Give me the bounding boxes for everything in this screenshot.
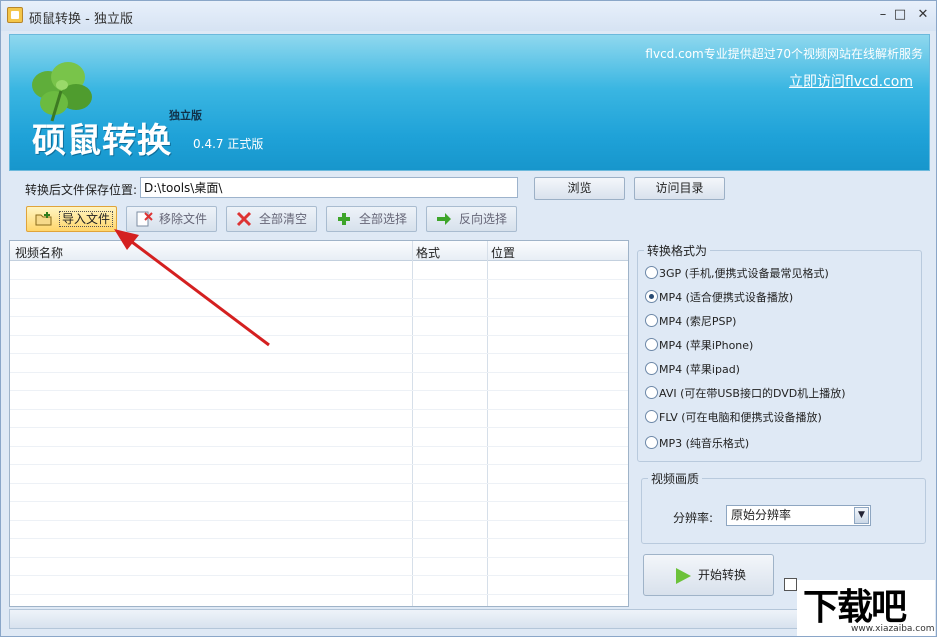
browse-button[interactable]: 浏览 — [534, 177, 625, 200]
column-video-name[interactable]: 视频名称 — [15, 244, 63, 261]
radio-button[interactable] — [645, 436, 658, 449]
table-row-line — [10, 519, 628, 521]
column-location[interactable]: 位置 — [491, 244, 515, 261]
format-option-label: MP4 (苹果ipad) — [659, 363, 740, 376]
import-file-button[interactable]: 导入文件 — [26, 206, 117, 232]
version-label: 0.4.7 正式版 — [193, 137, 264, 151]
table-row-line — [10, 464, 628, 465]
format-group-title: 转换格式为 — [644, 242, 711, 259]
table-row-line — [10, 408, 628, 410]
table-row-line — [10, 371, 628, 373]
watermark: 下载吧 www.xiazaiba.com — [797, 580, 935, 636]
remove-file-button[interactable]: 移除文件 — [126, 206, 217, 232]
visit-flvcd-link[interactable]: 立即访问flvcd.com — [789, 71, 913, 91]
start-convert-label: 开始转换 — [698, 568, 747, 582]
select-all-label: 全部选择 — [359, 212, 408, 226]
table-row-line — [10, 297, 628, 299]
remove-file-label: 移除文件 — [159, 212, 208, 226]
format-option-label: MP4 (适合便携式设备播放) — [659, 291, 794, 304]
resolution-select[interactable]: 原始分辨率 ▼ — [726, 505, 871, 526]
format-option-label: MP3 (纯音乐格式) — [659, 437, 750, 450]
clear-x-icon — [236, 211, 252, 227]
quality-group-title: 视频画质 — [648, 470, 703, 487]
format-option-flv[interactable]: FLV (可在电脑和便携式设备播放) — [645, 409, 822, 427]
clear-all-button[interactable]: 全部清空 — [226, 206, 317, 232]
folder-add-icon — [35, 212, 52, 226]
format-option-mp3[interactable]: MP3 (纯音乐格式) — [645, 435, 749, 453]
table-row-line — [10, 593, 628, 595]
slogan-text: flvcd.com专业提供超过70个视频网站在线解析服务 — [645, 47, 923, 61]
table-row-line — [10, 353, 628, 354]
close-button[interactable]: ✕ — [911, 5, 935, 25]
watermark-logo: 下载吧 — [803, 587, 907, 628]
radio-button[interactable] — [645, 362, 658, 375]
arrow-right-icon — [437, 213, 451, 225]
radio-button[interactable] — [645, 314, 658, 327]
file-remove-icon — [136, 211, 153, 227]
maximize-button[interactable]: □ — [888, 5, 912, 25]
invert-selection-label: 反向选择 — [459, 212, 508, 226]
format-option-label: MP4 (苹果iPhone) — [659, 339, 754, 352]
table-row-line — [10, 538, 628, 539]
format-option-mp4-ipad[interactable]: MP4 (苹果ipad) — [645, 361, 740, 379]
format-option-mp4[interactable]: MP4 (适合便携式设备播放) — [645, 289, 793, 307]
watermark-url: www.xiazaiba.com — [851, 624, 935, 634]
table-row-line — [10, 316, 628, 317]
save-path-label: 转换后文件保存位置: — [25, 183, 138, 197]
save-path-input[interactable] — [140, 177, 518, 198]
radio-button-checked[interactable] — [645, 290, 658, 303]
table-row-line — [10, 482, 628, 484]
format-option-label: AVI (可在带USB接口的DVD机上播放) — [659, 387, 846, 400]
import-file-label: 导入文件 — [59, 211, 114, 227]
resolution-value: 原始分辨率 — [731, 508, 792, 522]
edition-label: 独立版 — [169, 109, 202, 122]
format-option-label: MP4 (索尼PSP) — [659, 315, 737, 328]
format-option-label: 3GP (手机,便携式设备最常见格式) — [659, 267, 829, 280]
radio-button[interactable] — [645, 410, 658, 423]
resolution-label: 分辨率: — [673, 511, 714, 525]
table-row-line — [10, 390, 628, 391]
start-convert-button[interactable]: 开始转换 — [643, 554, 774, 596]
table-row-line — [10, 501, 628, 502]
table-header: 视频名称 格式 位置 — [10, 241, 628, 261]
chevron-down-icon[interactable]: ▼ — [854, 507, 869, 524]
radio-button[interactable] — [645, 338, 658, 351]
app-window: 硕鼠转换 - 独立版 – □ ✕ 硕鼠转换 独立版 0.4.7 正式版 flvc… — [0, 0, 937, 637]
table-row-line — [10, 427, 628, 428]
radio-button[interactable] — [645, 386, 658, 399]
clear-all-label: 全部清空 — [259, 212, 308, 226]
column-divider — [412, 241, 413, 606]
table-row-line — [10, 575, 628, 576]
table-row-line — [10, 445, 628, 447]
select-all-button[interactable]: 全部选择 — [326, 206, 417, 232]
table-row-line — [10, 334, 628, 336]
table-row-line — [10, 556, 628, 558]
format-option-3gp[interactable]: 3GP (手机,便携式设备最常见格式) — [645, 265, 829, 283]
column-format[interactable]: 格式 — [416, 244, 440, 261]
brand-title: 硕鼠转换 — [32, 121, 172, 161]
table-row-line — [10, 279, 628, 280]
option-checkbox[interactable] — [784, 578, 797, 591]
play-icon — [676, 568, 691, 584]
format-option-avi[interactable]: AVI (可在带USB接口的DVD机上播放) — [645, 385, 846, 403]
format-option-mp4-psp[interactable]: MP4 (索尼PSP) — [645, 313, 736, 331]
title-bar: 硕鼠转换 - 独立版 – □ ✕ — [1, 1, 936, 31]
column-divider — [487, 241, 488, 606]
plus-icon — [338, 213, 350, 225]
radio-button[interactable] — [645, 266, 658, 279]
format-option-mp4-iphone[interactable]: MP4 (苹果iPhone) — [645, 337, 753, 355]
format-option-label: FLV (可在电脑和便携式设备播放) — [659, 411, 822, 424]
status-bar — [9, 609, 930, 629]
file-table[interactable]: 视频名称 格式 位置 — [9, 240, 629, 607]
open-directory-button[interactable]: 访问目录 — [634, 177, 725, 200]
window-title: 硕鼠转换 - 独立版 — [29, 12, 133, 27]
invert-selection-button[interactable]: 反向选择 — [426, 206, 517, 232]
header-banner: 硕鼠转换 独立版 0.4.7 正式版 flvcd.com专业提供超过70个视频网… — [9, 34, 930, 171]
app-icon — [7, 7, 23, 23]
